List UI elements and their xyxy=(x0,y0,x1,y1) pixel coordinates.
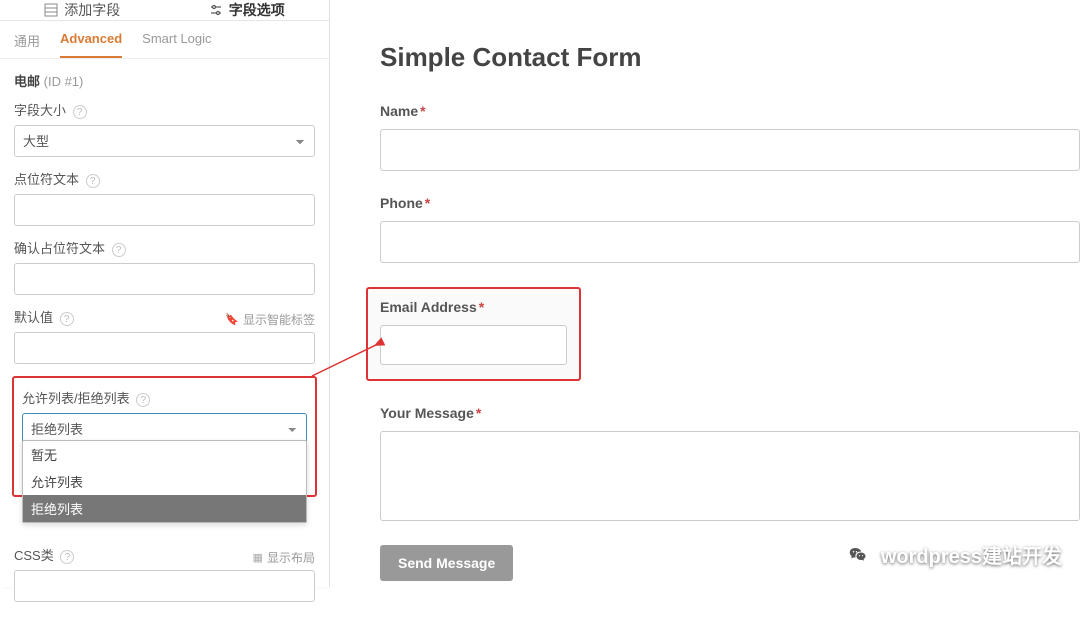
placeholder-label: 点位符文本 ? xyxy=(14,169,315,188)
phone-label: Phone xyxy=(380,195,423,211)
help-icon[interactable]: ? xyxy=(86,174,100,188)
default-value-label: 默认值 ? xyxy=(14,307,74,326)
required-asterisk: * xyxy=(479,299,484,315)
help-icon[interactable]: ? xyxy=(60,312,74,326)
required-asterisk: * xyxy=(425,195,430,211)
tab-field-options[interactable]: 字段选项 xyxy=(165,0,330,20)
help-icon[interactable]: ? xyxy=(112,243,126,257)
section-id-text: (ID #1) xyxy=(44,74,84,89)
name-label: Name xyxy=(380,103,418,119)
subtab-smart-logic[interactable]: Smart Logic xyxy=(142,31,211,58)
phone-input[interactable] xyxy=(380,221,1080,263)
option-allow[interactable]: 允许列表 xyxy=(23,468,306,495)
form-title: Simple Contact Form xyxy=(380,42,1080,73)
canvas: Simple Contact Form Name* Phone* Email A… xyxy=(330,0,1080,587)
field-size-select[interactable]: 大型 xyxy=(14,125,315,157)
grid-icon xyxy=(44,3,58,17)
help-icon[interactable]: ? xyxy=(60,550,74,564)
help-icon[interactable]: ? xyxy=(136,393,150,407)
help-icon[interactable]: ? xyxy=(73,105,87,119)
confirm-placeholder-label: 确认占位符文本 ? xyxy=(14,238,315,257)
allow-deny-dropdown: 暂无 允许列表 拒绝列表 xyxy=(22,440,307,523)
tab-field-options-label: 字段选项 xyxy=(229,0,285,20)
email-label: Email Address xyxy=(380,299,477,315)
field-phone[interactable]: Phone* xyxy=(380,195,1080,263)
field-name[interactable]: Name* xyxy=(380,103,1080,171)
tag-icon: 🔖 xyxy=(225,313,239,326)
tab-add-field[interactable]: 添加字段 xyxy=(0,0,165,20)
layout-icon: ▦ xyxy=(253,551,263,564)
confirm-placeholder-input[interactable] xyxy=(14,263,315,295)
required-asterisk: * xyxy=(420,103,425,119)
option-none[interactable]: 暂无 xyxy=(23,441,306,468)
allow-deny-group: 允许列表/拒绝列表 ? 拒绝列表 暂无 允许列表 拒绝列表 xyxy=(12,376,317,497)
placeholder-input[interactable] xyxy=(14,194,315,226)
sliders-icon xyxy=(209,3,223,17)
form-preview: Simple Contact Form Name* Phone* Email A… xyxy=(330,0,1080,587)
section-heading: 电邮 (ID #1) xyxy=(0,59,329,94)
field-email[interactable]: Email Address* xyxy=(366,287,581,381)
message-textarea[interactable] xyxy=(380,431,1080,521)
email-input[interactable] xyxy=(380,325,567,365)
name-input[interactable] xyxy=(380,129,1080,171)
subtab-general[interactable]: 通用 xyxy=(14,31,40,58)
option-deny[interactable]: 拒绝列表 xyxy=(23,495,306,522)
wechat-icon xyxy=(843,539,873,569)
watermark-text: wordpress建站开发 xyxy=(881,540,1062,569)
sub-tabs: 通用 Advanced Smart Logic xyxy=(0,21,329,59)
allow-deny-label: 允许列表/拒绝列表 ? xyxy=(22,388,307,407)
watermark: wordpress建站开发 xyxy=(843,539,1062,569)
field-size-label: 字段大小 ? xyxy=(14,100,315,119)
css-class-input[interactable] xyxy=(14,570,315,602)
tab-add-field-label: 添加字段 xyxy=(64,0,120,20)
subtab-advanced[interactable]: Advanced xyxy=(60,31,122,58)
required-asterisk: * xyxy=(476,405,481,421)
sidebar: 添加字段 字段选项 通用 Advanced Smart Logic 电邮 (ID… xyxy=(0,0,330,587)
show-layout-link[interactable]: ▦ 显示布局 xyxy=(253,549,315,566)
section-title-text: 电邮 xyxy=(14,74,40,89)
css-class-label: CSS类 ? xyxy=(14,545,74,564)
message-label: Your Message xyxy=(380,405,474,421)
default-value-input[interactable] xyxy=(14,332,315,364)
submit-button[interactable]: Send Message xyxy=(380,545,513,581)
top-tabs: 添加字段 字段选项 xyxy=(0,0,329,21)
show-smart-tags-link[interactable]: 🔖 显示智能标签 xyxy=(225,311,315,328)
field-message[interactable]: Your Message* xyxy=(380,405,1080,521)
